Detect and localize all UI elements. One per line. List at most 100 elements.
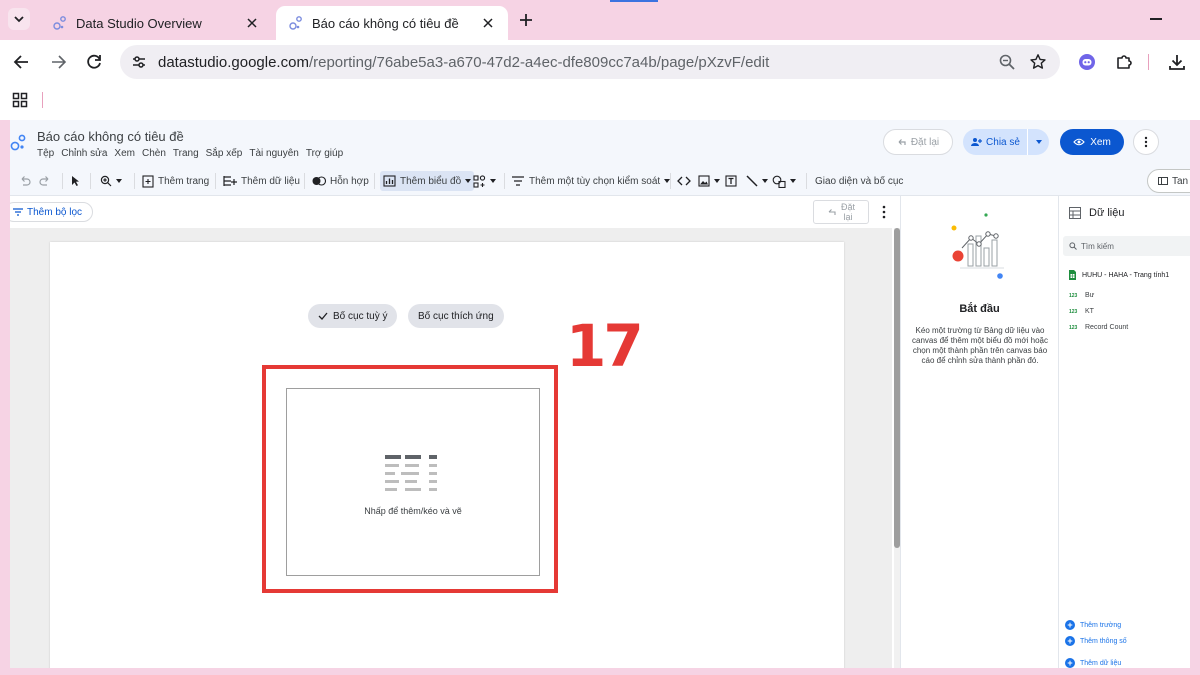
report-title[interactable]: Báo cáo không có tiêu đề xyxy=(37,129,184,144)
back-arrow-icon[interactable] xyxy=(12,52,32,72)
add-page-button[interactable]: Thêm trang xyxy=(142,171,209,191)
toolbar-separator xyxy=(374,173,375,189)
reset-filters-button[interactable]: Đặt lại xyxy=(813,200,869,224)
field-item[interactable]: 123 Bư xyxy=(1069,292,1094,299)
undo-button[interactable] xyxy=(18,171,32,191)
add-component-button[interactable] xyxy=(473,171,496,191)
filter-bar: Thêm bộ lọc Đặt lại xyxy=(10,196,900,228)
add-parameter-button[interactable]: + Thêm thông số xyxy=(1065,636,1127,646)
layout-responsive-chip[interactable]: Bố cục thích ứng xyxy=(408,304,504,328)
field-name: Bư xyxy=(1085,292,1095,299)
tab-accent-line xyxy=(610,0,658,2)
blend-label: Hỗn hợp xyxy=(330,175,369,187)
add-data-button[interactable]: Thêm dữ liệu xyxy=(223,171,300,191)
zoom-tool[interactable] xyxy=(100,171,122,191)
minimize-button[interactable] xyxy=(1150,18,1162,20)
annotation-highlight-box xyxy=(262,365,558,593)
menu-edit[interactable]: Chỉnh sửa xyxy=(61,148,107,159)
tab-data-studio-overview[interactable]: Data Studio Overview xyxy=(40,6,272,40)
add-control-button[interactable]: Thêm một tùy chọn kiểm soát xyxy=(511,171,671,191)
caret-down-icon xyxy=(490,179,496,183)
reset-button[interactable]: Đặt lại xyxy=(883,129,953,155)
menu-resource[interactable]: Tài nguyên xyxy=(249,148,298,159)
extensions-puzzle-icon[interactable] xyxy=(1115,53,1133,71)
data-source-item[interactable]: HUHU - HAHA - Trang tính1 xyxy=(1069,270,1169,280)
plus-circle-icon: + xyxy=(1065,620,1075,630)
site-settings-icon[interactable] xyxy=(130,53,148,71)
report-header: Báo cáo không có tiêu đề Tệp Chỉnh sửa X… xyxy=(10,120,1190,166)
select-tool[interactable] xyxy=(70,171,80,191)
menu-help[interactable]: Trợ giúp xyxy=(306,148,343,159)
close-icon[interactable] xyxy=(480,15,496,31)
share-main[interactable]: Chia sẻ xyxy=(963,129,1027,155)
filter-control-icon xyxy=(512,176,524,186)
add-filter-button[interactable]: Thêm bộ lọc xyxy=(10,202,94,222)
metric-type-badge: 123 xyxy=(1069,292,1078,299)
eye-icon xyxy=(1073,138,1085,146)
close-icon[interactable] xyxy=(244,15,260,31)
star-icon[interactable] xyxy=(1029,53,1047,71)
line-button[interactable] xyxy=(746,171,768,191)
download-icon[interactable] xyxy=(1168,53,1186,71)
share-button[interactable]: Chia sẻ xyxy=(963,129,1049,155)
embed-url-button[interactable] xyxy=(677,171,691,191)
field-search-input[interactable]: Tìm kiếm xyxy=(1063,236,1190,256)
zoom-icon[interactable] xyxy=(998,53,1016,71)
data-panel: Dữ liệu Tìm kiếm HUHU - HAHA - Trang tín… xyxy=(1058,196,1190,668)
add-data-link[interactable]: + Thêm dữ liệu xyxy=(1065,658,1121,668)
field-item[interactable]: 123 Record Count xyxy=(1069,324,1128,331)
field-item[interactable]: 123 KT xyxy=(1069,308,1094,315)
image-icon xyxy=(698,175,710,187)
url-path: /reporting/76abe5a3-a670-47d2-a4ec-dfe80… xyxy=(308,53,770,71)
redo-button[interactable] xyxy=(38,171,52,191)
filter-icon xyxy=(13,208,23,216)
menu-page[interactable]: Trang xyxy=(173,148,199,159)
share-dropdown[interactable] xyxy=(1027,129,1049,155)
add-data-icon xyxy=(223,176,237,186)
reset-label: Đặt lại xyxy=(910,136,940,148)
shape-button[interactable] xyxy=(772,171,796,191)
cursor-arrow-icon xyxy=(72,176,79,186)
caret-down-icon xyxy=(116,179,122,183)
chart-icon xyxy=(383,175,396,187)
address-toolbar: datastudio.google.com/reporting/76abe5a3… xyxy=(0,40,1200,84)
add-chart-button[interactable]: Thêm biểu đồ xyxy=(380,171,475,191)
text-button[interactable] xyxy=(725,171,737,191)
getting-started-illustration-icon xyxy=(951,213,1004,279)
layout-free-label: Bố cục tuỳ ý xyxy=(333,310,388,322)
add-page-icon xyxy=(142,174,154,188)
menu-view[interactable]: Xem xyxy=(114,148,135,159)
forward-arrow-icon[interactable] xyxy=(48,52,68,72)
view-button[interactable]: Xem xyxy=(1060,129,1124,155)
text-box-icon xyxy=(725,175,737,187)
looker-studio-logo-icon xyxy=(10,134,26,151)
more-vert-icon[interactable] xyxy=(878,204,890,220)
share-label: Chia sẻ xyxy=(986,136,1020,148)
new-tab-icon[interactable] xyxy=(516,10,536,30)
add-data-label: Thêm dữ liệu xyxy=(241,175,300,187)
omnibox[interactable]: datastudio.google.com/reporting/76abe5a3… xyxy=(120,45,1060,79)
blend-button[interactable]: Hỗn hợp xyxy=(312,171,369,191)
layout-free-chip[interactable]: Bố cục tuỳ ý xyxy=(308,304,398,328)
theme-layout-button[interactable]: Giao diện và bố cục xyxy=(815,171,903,191)
more-options-button[interactable] xyxy=(1133,129,1159,155)
menu-arrange[interactable]: Sắp xếp xyxy=(206,148,243,159)
add-page-label: Thêm trang xyxy=(158,175,210,187)
layout-responsive-label: Bố cục thích ứng xyxy=(418,310,494,322)
component-grid-icon xyxy=(473,174,486,188)
menu-file[interactable]: Tệp xyxy=(37,148,54,159)
menu-insert[interactable]: Chèn xyxy=(142,148,166,159)
reload-icon[interactable] xyxy=(84,52,104,72)
tab-search-button[interactable] xyxy=(8,8,30,30)
image-button[interactable] xyxy=(698,171,720,191)
gemini-extension-icon[interactable] xyxy=(1078,53,1096,71)
caret-down-icon xyxy=(1035,140,1042,144)
google-sheets-icon xyxy=(1069,270,1076,280)
theme-button[interactable]: Tan xyxy=(1147,169,1190,193)
looker-studio-icon xyxy=(53,16,66,30)
tab-untitled-report[interactable]: Báo cáo không có tiêu đề xyxy=(276,6,508,40)
table-view-icon xyxy=(1158,177,1168,185)
add-field-button[interactable]: + Thêm trường xyxy=(1065,620,1121,630)
toolbar-separator xyxy=(504,173,505,189)
apps-grid-icon[interactable] xyxy=(12,92,28,108)
